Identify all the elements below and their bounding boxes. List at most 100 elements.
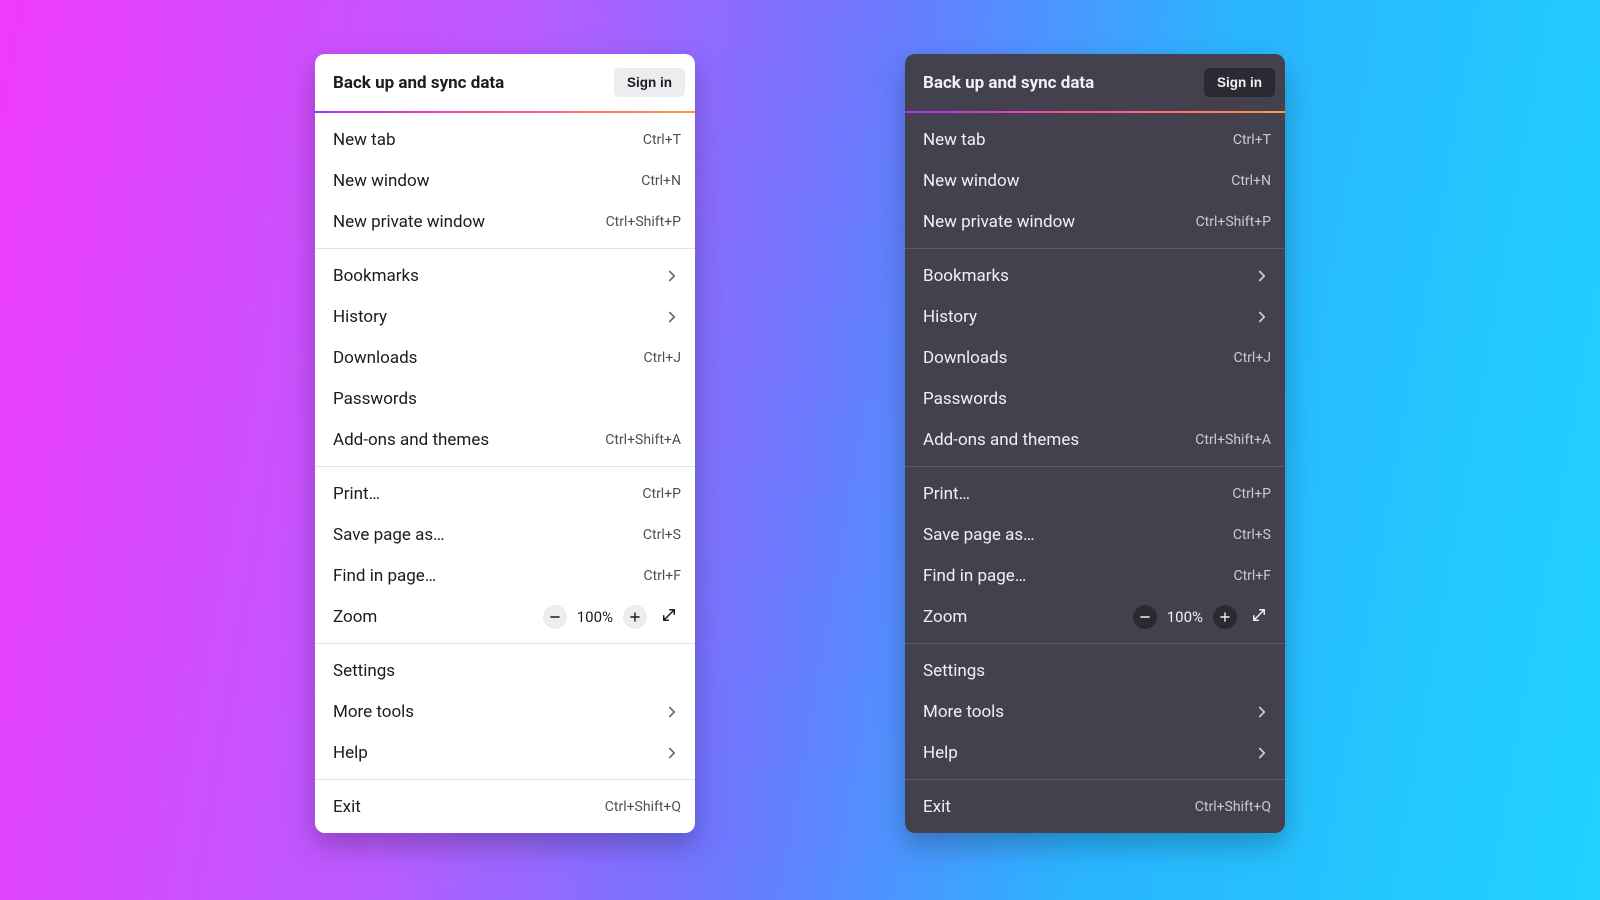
menu-item-save-page-as[interactable]: Save page as… Ctrl+S (905, 514, 1285, 555)
menu-item-print[interactable]: Print…Ctrl+P (315, 473, 695, 514)
sync-row[interactable]: Back up and sync dataSign in (315, 54, 695, 111)
menu-item-label: Bookmarks (923, 266, 1009, 286)
fullscreen-button[interactable] (657, 605, 681, 629)
menu-item-shortcut: Ctrl+S (643, 527, 681, 543)
sync-title: Back up and sync data (923, 73, 1094, 93)
zoom-in-button[interactable] (623, 605, 647, 629)
menu-item-shortcut: Ctrl+N (641, 173, 681, 189)
menu-item-shortcut: Ctrl+T (1233, 132, 1271, 148)
menu-item-shortcut: Ctrl+N (1231, 173, 1271, 189)
menu-item-shortcut: Ctrl+P (1232, 486, 1271, 502)
chevron-right-icon (1253, 308, 1271, 326)
menu-group: New tab Ctrl+T New window Ctrl+N New private… (905, 113, 1285, 248)
menu-item-history[interactable]: History (905, 296, 1285, 337)
menu-item-shortcut: Ctrl+Shift+A (605, 432, 681, 448)
menu-item-label: New private window (923, 212, 1075, 232)
menu-item-label: Zoom (333, 607, 377, 627)
menu-item-label: New window (333, 171, 430, 191)
menu-item-label: Downloads (333, 348, 417, 368)
menu-item-label: More tools (923, 702, 1004, 722)
menu-item-find-in-page[interactable]: Find in page… Ctrl+F (905, 555, 1285, 596)
menu-item-addons[interactable]: Add-ons and themes Ctrl+Shift+A (315, 419, 695, 460)
chevron-right-icon (1253, 703, 1271, 721)
menu-item-downloads[interactable]: Downloads Ctrl+J (905, 337, 1285, 378)
menu-item-shortcut: Ctrl+Shift+P (606, 214, 681, 230)
menu-item-label: Print… (923, 484, 970, 504)
menu-item-label: Settings (333, 661, 395, 681)
plus-icon (1218, 610, 1232, 624)
menu-item-new-window[interactable]: New window Ctrl+N (315, 160, 695, 201)
menu-item-addons[interactable]: Add-ons and themesCtrl+Shift+A (905, 419, 1285, 460)
menu-item-help[interactable]: Help (315, 732, 695, 773)
fullscreen-icon (1250, 606, 1268, 627)
app-menu-light: Back up and sync dataSign in New tabCtrl+… (315, 54, 695, 833)
menu-item-more-tools[interactable]: More tools (905, 691, 1285, 732)
menu-item-new-tab[interactable]: New tab Ctrl+T (905, 119, 1285, 160)
menu-item-shortcut: Ctrl+F (1233, 568, 1271, 584)
fullscreen-button[interactable] (1247, 605, 1271, 629)
menu-item-label: Downloads (923, 348, 1007, 368)
menu-item-label: Save page as… (923, 525, 1035, 545)
plus-icon (628, 610, 642, 624)
menu-item-label: Help (923, 743, 958, 763)
chevron-right-icon (663, 744, 681, 762)
menu-item-bookmarks[interactable]: Bookmarks (905, 255, 1285, 296)
menu-item-find-in-page[interactable]: Find in page…Ctrl+F (315, 555, 695, 596)
sign-in-button[interactable]: Sign in (1204, 68, 1275, 97)
menu-item-history[interactable]: History (315, 296, 695, 337)
menu-item-shortcut: Ctrl+J (1233, 350, 1271, 366)
zoom-out-button[interactable] (1133, 605, 1157, 629)
chevron-right-icon (663, 703, 681, 721)
menu-item-label: New tab (923, 130, 986, 150)
menu-item-label: History (333, 307, 387, 327)
menu-item-exit[interactable]: ExitCtrl+Shift+Q (315, 786, 695, 827)
menu-item-label: More tools (333, 702, 414, 722)
menu-item-label: Add-ons and themes (333, 430, 489, 450)
menu-item-label: Find in page… (923, 566, 1026, 586)
menu-group: ExitCtrl+Shift+Q (315, 779, 695, 833)
menu-group: ExitCtrl+Shift+Q (905, 779, 1285, 833)
menu-group: Bookmarks History Downloads Ctrl+J Passwords… (905, 248, 1285, 466)
menu-item-shortcut: Ctrl+Shift+P (1196, 214, 1271, 230)
menu-group: Settings More tools Help (315, 643, 695, 779)
menu-item-label: Print… (333, 484, 380, 504)
menu-item-bookmarks[interactable]: Bookmarks (315, 255, 695, 296)
menu-item-label: Settings (923, 661, 985, 681)
menu-item-save-page-as[interactable]: Save page as…Ctrl+S (315, 514, 695, 555)
menu-item-new-window[interactable]: New window Ctrl+N (905, 160, 1285, 201)
menu-item-label: Passwords (333, 389, 417, 409)
menu-item-new-private-window[interactable]: New private window Ctrl+Shift+P (905, 201, 1285, 242)
menu-item-shortcut: Ctrl+Shift+A (1195, 432, 1271, 448)
menu-item-settings[interactable]: Settings (905, 650, 1285, 691)
menu-item-more-tools[interactable]: More tools (315, 691, 695, 732)
menu-item-shortcut: Ctrl+Shift+Q (605, 799, 681, 815)
sign-in-button[interactable]: Sign in (614, 68, 685, 97)
chevron-right-icon (663, 267, 681, 285)
menu-item-new-tab[interactable]: New tabCtrl+T (315, 119, 695, 160)
menu-item-zoom: Zoom 100% (315, 596, 695, 637)
zoom-level: 100% (577, 608, 613, 626)
zoom-out-button[interactable] (543, 605, 567, 629)
menu-item-shortcut: Ctrl+S (1233, 527, 1271, 543)
menu-item-label: Help (333, 743, 368, 763)
menu-item-label: New window (923, 171, 1020, 191)
menu-item-help[interactable]: Help (905, 732, 1285, 773)
menu-item-print[interactable]: Print… Ctrl+P (905, 473, 1285, 514)
menu-group: Print…Ctrl+PSave page as…Ctrl+SFind in p… (315, 466, 695, 643)
menu-group: Settings More tools Help (905, 643, 1285, 779)
menu-item-exit[interactable]: ExitCtrl+Shift+Q (905, 786, 1285, 827)
chevron-right-icon (1253, 267, 1271, 285)
menu-group: New tabCtrl+T New window Ctrl+N New private… (315, 113, 695, 248)
menu-item-label: Exit (923, 797, 951, 817)
menu-item-passwords[interactable]: Passwords (315, 378, 695, 419)
chevron-right-icon (663, 308, 681, 326)
menu-item-settings[interactable]: Settings (315, 650, 695, 691)
minus-icon (548, 610, 562, 624)
menu-item-downloads[interactable]: DownloadsCtrl+J (315, 337, 695, 378)
menu-item-shortcut: Ctrl+T (643, 132, 681, 148)
menu-item-new-private-window[interactable]: New private windowCtrl+Shift+P (315, 201, 695, 242)
menu-item-label: History (923, 307, 977, 327)
sync-row[interactable]: Back up and sync data Sign in (905, 54, 1285, 111)
menu-item-passwords[interactable]: Passwords (905, 378, 1285, 419)
zoom-in-button[interactable] (1213, 605, 1237, 629)
